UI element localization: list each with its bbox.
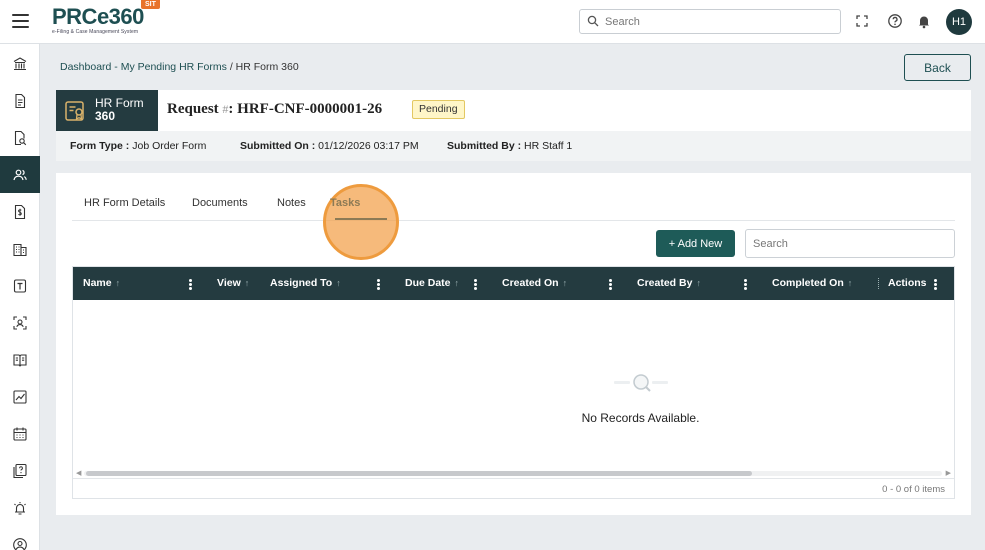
col-actions: Actions [888, 277, 927, 289]
bank-icon [13, 56, 27, 70]
text-box-icon [13, 278, 27, 293]
form-type-meta: Form Type : Job Order Form [70, 140, 207, 152]
sidebar-item-finance[interactable] [0, 193, 40, 230]
click-indicator [323, 184, 399, 260]
sidebar-item-bank[interactable] [0, 45, 40, 82]
tab-tasks[interactable]: Tasks [330, 197, 360, 209]
top-bar: PRCe360 e-Filing & Case Management Syste… [0, 0, 985, 44]
request-title: Request #: HRF-CNF-0000001-26 [167, 101, 383, 117]
breadcrumb-current: HR Form 360 [235, 61, 299, 73]
status-badge: Pending [412, 100, 465, 119]
building-icon [13, 243, 27, 256]
sidebar-item-library[interactable] [0, 341, 40, 378]
col-created-by[interactable]: Created By ↑ [637, 267, 701, 300]
menu-icon[interactable] [12, 14, 29, 28]
submitted-on-meta: Submitted On : 01/12/2026 03:17 PM [240, 140, 419, 152]
col-name[interactable]: Name ↑ [83, 267, 120, 300]
col-view[interactable]: View ↑ [217, 267, 249, 300]
form-tag-line2: 360 [95, 109, 116, 123]
main-card: HR Form Details Documents Notes Tasks + … [56, 173, 971, 515]
sidebar-item-organization[interactable] [0, 230, 40, 267]
tab-documents[interactable]: Documents [192, 197, 248, 209]
tab-hr-form-details[interactable]: HR Form Details [84, 197, 165, 209]
form-certificate-icon [65, 101, 84, 121]
submitted-by-meta: Submitted By : HR Staff 1 [447, 140, 573, 152]
active-tab-underline [335, 218, 387, 220]
empty-state-text: No Records Available. [581, 411, 700, 425]
tasks-search-input[interactable] [745, 229, 955, 258]
pager-info: 0 - 0 of 0 items [882, 484, 945, 495]
sidebar-item-document-search[interactable] [0, 119, 40, 156]
table-footer: 0 - 0 of 0 items [73, 478, 954, 499]
help-icon[interactable] [887, 13, 903, 29]
col-due-date[interactable]: Due Date ↑ [405, 267, 459, 300]
column-menu-icon[interactable] [377, 279, 380, 290]
request-meta: Form Type : Job Order Form Submitted On … [56, 131, 971, 161]
breadcrumb-link[interactable]: Dashboard - My Pending HR Forms [60, 61, 227, 73]
column-menu-icon[interactable] [609, 279, 612, 290]
form-type-tag: HR Form 360 [56, 90, 158, 131]
user-avatar[interactable]: H1 [946, 9, 972, 35]
add-new-task-button[interactable]: + Add New [656, 230, 735, 257]
sidebar-item-documents[interactable] [0, 82, 40, 119]
breadcrumb-separator: / [229, 61, 233, 73]
table-header: Name ↑ View ↑ Assigned To ↑ Due Date ↑ Creat… [73, 267, 954, 300]
notification-bell-icon[interactable] [916, 13, 932, 29]
column-menu-icon[interactable] [189, 279, 192, 290]
tab-notes[interactable]: Notes [277, 197, 306, 209]
column-menu-icon[interactable] [934, 279, 937, 290]
sidebar-item-profile[interactable] [0, 526, 40, 550]
sidebar-item-calendar[interactable] [0, 415, 40, 452]
col-created-on[interactable]: Created On ↑ [502, 267, 567, 300]
scroll-right-icon[interactable]: ▶ [946, 469, 951, 478]
document-search-icon [14, 130, 27, 145]
column-menu-icon[interactable] [744, 279, 747, 290]
sidebar-item-scan[interactable] [0, 304, 40, 341]
logo-subtitle: e-Filing & Case Management System [52, 29, 139, 35]
book-icon [13, 353, 27, 367]
fullscreen-icon[interactable] [854, 13, 870, 29]
form-tag-line1: HR Form [95, 96, 144, 110]
search-icon [587, 15, 599, 27]
help-document-icon [13, 463, 27, 478]
calendar-icon [13, 427, 27, 441]
user-circle-icon [13, 537, 27, 550]
col-completed-on[interactable]: Completed On ↑ [772, 267, 852, 300]
document-icon [15, 93, 26, 108]
scroll-left-icon[interactable]: ◀ [76, 469, 81, 478]
horizontal-scrollbar[interactable]: ◀ ▶ [74, 469, 953, 478]
global-search[interactable] [579, 9, 841, 34]
chart-icon [13, 389, 27, 404]
sidebar-item-alerts[interactable] [0, 489, 40, 526]
alarm-icon [14, 501, 26, 515]
back-button[interactable]: Back [904, 54, 971, 81]
column-divider [878, 278, 879, 289]
col-assigned-to[interactable]: Assigned To ↑ [270, 267, 341, 300]
global-search-input[interactable] [605, 13, 835, 30]
breadcrumb: Dashboard - My Pending HR Forms / HR For… [60, 61, 299, 73]
tasks-table: Name ↑ View ↑ Assigned To ↑ Due Date ↑ Creat… [72, 266, 955, 499]
column-menu-icon[interactable] [474, 279, 477, 290]
dollar-document-icon [14, 204, 26, 219]
request-header: HR Form 360 Request #: HRF-CNF-0000001-2… [56, 90, 971, 131]
sidebar-item-reports[interactable] [0, 378, 40, 415]
sidebar-item-help-docs[interactable] [0, 452, 40, 489]
sidebar-item-hr-users[interactable] [0, 156, 40, 193]
scan-user-icon [13, 315, 27, 330]
scrollbar-thumb[interactable] [86, 471, 752, 476]
app-logo[interactable]: PRCe360 e-Filing & Case Management Syste… [52, 6, 144, 36]
sidebar-item-templates[interactable] [0, 267, 40, 304]
env-badge: SIT [141, 0, 160, 9]
sidebar [0, 44, 40, 550]
no-records-search-icon [614, 374, 668, 392]
tab-bar: HR Form Details Documents Notes Tasks [72, 173, 955, 260]
users-icon [13, 169, 27, 180]
